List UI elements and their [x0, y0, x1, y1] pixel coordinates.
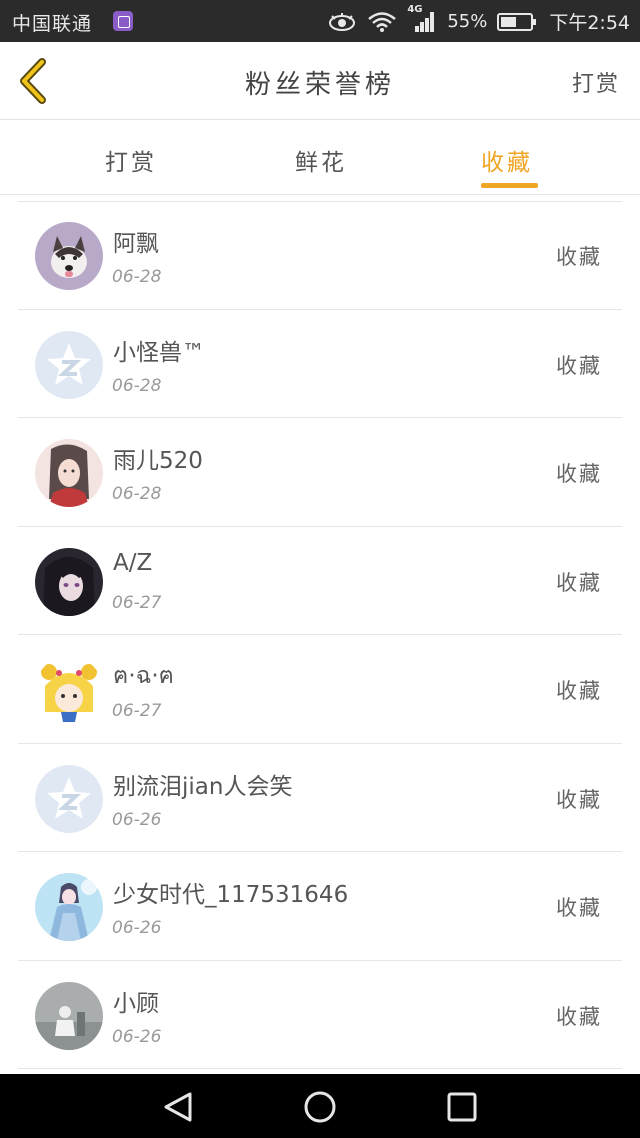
- entry-date: 06-28: [112, 484, 162, 504]
- avatar[interactable]: [35, 439, 103, 507]
- active-tab-indicator: [481, 183, 538, 188]
- back-triangle-icon[interactable]: [160, 1090, 196, 1124]
- avatar[interactable]: [35, 656, 103, 724]
- system-navigation-bar: [0, 1074, 640, 1138]
- entry-date: 06-26: [112, 918, 162, 938]
- tab-reward[interactable]: 打赏: [105, 143, 157, 177]
- tab-favorites[interactable]: 收藏: [481, 143, 533, 177]
- list-item[interactable]: A/Z 06-27 收藏: [18, 527, 622, 635]
- list-item[interactable]: 小顾 06-26 收藏: [18, 961, 622, 1069]
- entry-type: 收藏: [556, 787, 602, 812]
- avatar[interactable]: [35, 330, 103, 399]
- entry-type: 收藏: [556, 570, 602, 595]
- navigation-bar: 粉丝荣誉榜 打赏: [0, 42, 640, 120]
- battery-percent: 55%: [447, 11, 488, 32]
- user-name: 小怪兽™: [113, 339, 205, 366]
- entry-date: 06-26: [112, 1026, 162, 1047]
- list-item[interactable]: ฅ·ฉ·ฅ 06-27 收藏: [18, 635, 622, 744]
- home-circle-icon[interactable]: [302, 1090, 338, 1124]
- clock: 下午2:54: [549, 12, 630, 34]
- user-name: A/Z: [113, 549, 153, 576]
- entry-date: 06-28: [112, 375, 162, 396]
- avatar[interactable]: [35, 873, 103, 941]
- list-item[interactable]: 少女时代_117531646 06-26 收藏: [18, 852, 622, 961]
- entry-type: 收藏: [556, 679, 602, 703]
- entry-date: 06-28: [112, 267, 162, 287]
- fan-list: 阿飘 06-28 收藏 小怪兽™ 06-28 收藏 雨儿520 06-28 收藏…: [0, 201, 640, 1069]
- reward-button[interactable]: 打赏: [572, 66, 620, 98]
- user-name: 小顾: [113, 990, 159, 1017]
- carrier-label: 中国联通: [12, 13, 93, 35]
- user-name: 别流泪jian人会笑: [113, 773, 293, 800]
- list-item[interactable]: 别流泪jian人会笑 06-26 收藏: [18, 744, 622, 852]
- entry-type: 收藏: [556, 462, 602, 486]
- page-title: 粉丝荣誉榜: [244, 70, 395, 100]
- list-item[interactable]: 阿飘 06-28 收藏: [18, 201, 622, 310]
- recent-apps-icon[interactable]: [444, 1090, 480, 1124]
- entry-date: 06-27: [112, 592, 162, 613]
- eye-comfort-icon: [329, 12, 356, 31]
- status-bar: 中国联通 4G 55% 下午2:54: [0, 0, 640, 42]
- entry-type: 收藏: [556, 353, 602, 378]
- user-name: 阿飘: [113, 231, 159, 257]
- gallery-notification-icon: [113, 11, 133, 31]
- entry-date: 06-27: [112, 701, 162, 721]
- tab-flowers[interactable]: 鲜花: [295, 143, 347, 177]
- entry-type: 收藏: [556, 1004, 602, 1029]
- avatar[interactable]: [35, 547, 103, 616]
- user-name: 少女时代_117531646: [113, 882, 349, 908]
- entry-type: 收藏: [556, 245, 602, 269]
- entry-date: 06-26: [112, 809, 162, 830]
- list-item[interactable]: 小怪兽™ 06-28 收藏: [18, 310, 622, 418]
- user-name: ฅ·ฉ·ฅ: [113, 663, 175, 689]
- avatar[interactable]: [35, 764, 103, 833]
- user-name: 雨儿520: [113, 448, 203, 474]
- wifi-icon: [368, 11, 397, 32]
- battery-icon: [497, 12, 537, 31]
- avatar[interactable]: [35, 222, 103, 290]
- entry-type: 收藏: [556, 896, 602, 920]
- cell-signal-icon: 4G: [407, 4, 437, 34]
- avatar[interactable]: [35, 981, 103, 1050]
- tab-bar: 打赏 鲜花 收藏: [0, 121, 640, 195]
- list-item[interactable]: 雨儿520 06-28 收藏: [18, 418, 622, 527]
